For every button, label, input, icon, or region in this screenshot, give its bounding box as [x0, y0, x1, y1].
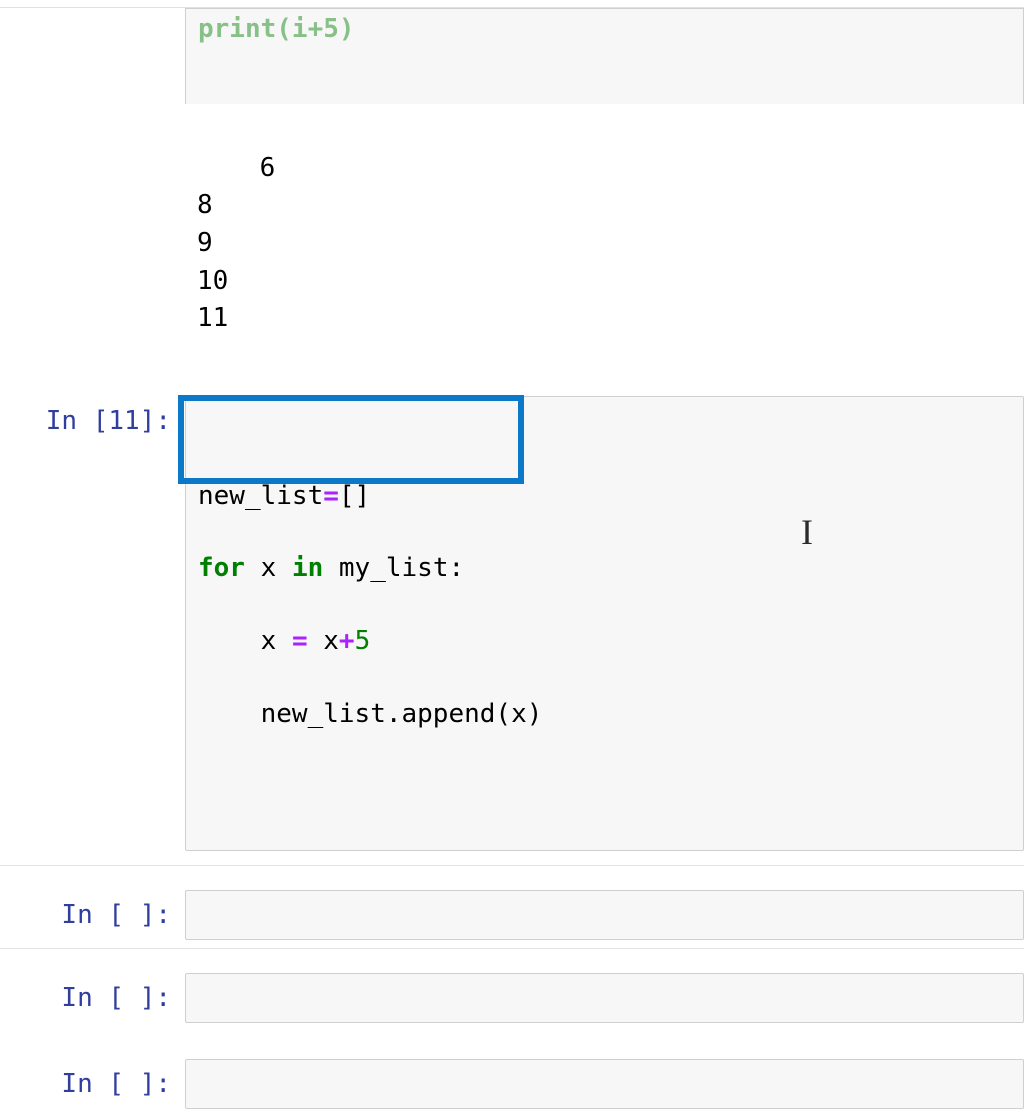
- code-token: 5: [355, 626, 371, 656]
- code-token: my_list:: [323, 553, 464, 583]
- code-input[interactable]: [185, 973, 1024, 1023]
- output-line: 9: [197, 228, 213, 258]
- code-input[interactable]: new_list=[] for x in my_list: x = x+5 ne…: [185, 396, 1024, 851]
- code-token: new_list.append(x): [261, 699, 543, 729]
- cell-prompt: In [11]:: [0, 396, 185, 436]
- code-token: x: [245, 553, 292, 583]
- prev-code-cell-input[interactable]: print(i+5): [185, 8, 1024, 104]
- output-line: 10: [197, 266, 228, 296]
- prev-cell-output: 6 8 9 10 11: [185, 104, 1024, 396]
- toolbar: [0, 0, 1024, 8]
- code-input[interactable]: [185, 890, 1024, 940]
- code-token: =: [292, 626, 308, 656]
- code-token: =: [323, 481, 339, 511]
- code-input[interactable]: [185, 1059, 1024, 1109]
- code-cell-11: In [11]: new_list=[] for x in my_list: x…: [0, 396, 1024, 857]
- code-token: x: [308, 626, 339, 656]
- code-keyword-in: in: [292, 553, 323, 583]
- code-indent: [198, 626, 261, 656]
- prev-code-fragment: print(i+5): [198, 14, 1011, 44]
- output-line: 11: [197, 303, 228, 333]
- cell-prompt: In [ ]:: [0, 973, 185, 1013]
- notebook-cells: print(i+5) 6 8 9 10 11 In [11]: new_list…: [0, 8, 1024, 1109]
- code-indent: [198, 699, 261, 729]
- code-token: []: [339, 481, 370, 511]
- empty-code-cell: In [ ]:: [0, 890, 1024, 940]
- annotation-highlight: [178, 395, 524, 484]
- code-token: new_list: [198, 481, 323, 511]
- empty-code-cell: In [ ]:: [0, 1059, 1024, 1109]
- output-line: 6: [260, 153, 276, 183]
- cell-prompt: In [ ]:: [0, 890, 185, 930]
- cell-divider: [0, 948, 1024, 949]
- empty-code-cell: In [ ]:: [0, 973, 1024, 1023]
- cell-prompt: In [ ]:: [0, 1059, 185, 1099]
- code-keyword-for: for: [198, 553, 245, 583]
- code-token: x: [261, 626, 292, 656]
- output-line: 8: [197, 190, 213, 220]
- code-token: +: [339, 626, 355, 656]
- text-cursor-icon: I: [801, 507, 813, 557]
